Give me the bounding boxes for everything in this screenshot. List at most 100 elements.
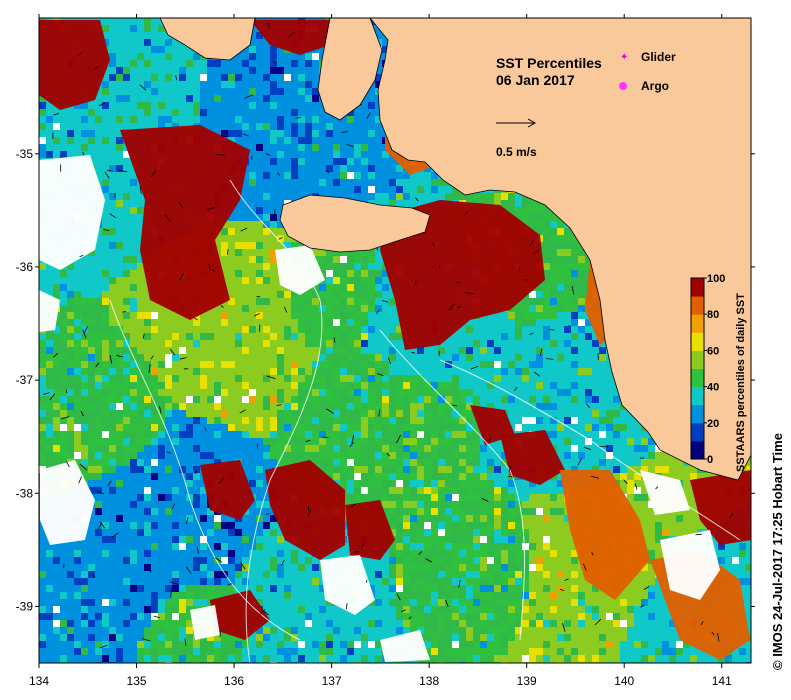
sst-pixel	[137, 116, 144, 123]
sst-pixel	[221, 74, 228, 81]
sst-pixel	[333, 368, 340, 375]
sst-pixel	[263, 200, 270, 207]
sst-pixel	[270, 340, 277, 347]
sst-pixel	[515, 368, 522, 375]
sst-pixel	[228, 410, 235, 417]
sst-pixel	[46, 151, 53, 158]
sst-pixel	[578, 312, 585, 319]
sst-pixel	[116, 221, 123, 228]
sst-pixel	[221, 424, 228, 431]
sst-pixel	[473, 347, 480, 354]
sst-pixel	[291, 123, 298, 130]
sst-pixel	[298, 130, 305, 137]
sst-pixel	[81, 263, 88, 270]
sst-pixel	[368, 137, 375, 144]
sst-pixel	[46, 424, 53, 431]
sst-pixel	[165, 389, 172, 396]
sst-pixel	[137, 431, 144, 438]
sst-pixel	[564, 410, 571, 417]
sst-pixel	[109, 109, 116, 116]
sst-pixel	[480, 326, 487, 333]
sst-pixel	[494, 368, 501, 375]
sst-pixel	[375, 256, 382, 263]
sst-pixel	[67, 326, 74, 333]
sst-pixel	[179, 403, 186, 410]
sst-pixel	[102, 214, 109, 221]
sst-pixel	[109, 221, 116, 228]
sst-pixel	[277, 298, 284, 305]
sst-pixel	[277, 116, 284, 123]
sst-pixel	[354, 256, 361, 263]
sst-pixel	[340, 291, 347, 298]
sst-pixel	[172, 88, 179, 95]
sst-pixel	[228, 249, 235, 256]
sst-pixel	[256, 382, 263, 389]
sst-pixel	[74, 263, 81, 270]
sst-pixel	[123, 74, 130, 81]
sst-pixel	[298, 424, 305, 431]
sst-pixel	[158, 354, 165, 361]
sst-pixel	[424, 417, 431, 424]
sst-pixel	[123, 39, 130, 46]
sst-pixel	[347, 123, 354, 130]
sst-pixel	[242, 298, 249, 305]
sst-pixel	[235, 256, 242, 263]
sst-pixel	[375, 165, 382, 172]
sst-pixel	[60, 424, 67, 431]
sst-pixel	[361, 109, 368, 116]
sst-pixel	[284, 361, 291, 368]
sst-pixel	[592, 340, 599, 347]
sst-pixel	[144, 354, 151, 361]
sst-pixel	[207, 410, 214, 417]
sst-pixel	[480, 333, 487, 340]
sst-pixel	[564, 417, 571, 424]
sst-pixel	[102, 165, 109, 172]
sst-pixel	[508, 347, 515, 354]
sst-pixel	[270, 298, 277, 305]
sst-pixel	[109, 263, 116, 270]
sst-pixel	[172, 354, 179, 361]
sst-pixel	[564, 319, 571, 326]
sst-pixel	[116, 39, 123, 46]
sst-pixel	[179, 74, 186, 81]
sst-pixel	[564, 277, 571, 284]
sst-pixel	[186, 88, 193, 95]
sst-pixel	[410, 200, 417, 207]
sst-pixel	[214, 396, 221, 403]
sst-pixel	[109, 130, 116, 137]
sst-pixel	[592, 410, 599, 417]
sst-pixel	[368, 95, 375, 102]
sst-pixel	[263, 193, 270, 200]
sst-pixel	[39, 375, 46, 382]
sst-pixel	[606, 382, 613, 389]
sst-pixel	[81, 382, 88, 389]
sst-pixel	[326, 151, 333, 158]
sst-pixel	[130, 109, 137, 116]
sst-pixel	[452, 417, 459, 424]
sst-pixel	[256, 137, 263, 144]
sst-pixel	[186, 81, 193, 88]
sst-pixel	[46, 109, 53, 116]
sst-pixel	[172, 53, 179, 60]
sst-pixel	[249, 242, 256, 249]
sst-pixel	[396, 410, 403, 417]
sst-pixel	[144, 81, 151, 88]
sst-pixel	[74, 396, 81, 403]
sst-pixel	[389, 312, 396, 319]
sst-pixel	[501, 193, 508, 200]
sst-pixel	[214, 102, 221, 109]
sst-pixel	[382, 403, 389, 410]
sst-pixel	[46, 277, 53, 284]
sst-pixel	[270, 319, 277, 326]
sst-pixel	[235, 347, 242, 354]
sst-pixel	[151, 389, 158, 396]
sst-pixel	[382, 326, 389, 333]
sst-pixel	[221, 312, 228, 319]
sst-pixel	[634, 424, 641, 431]
sst-pixel	[88, 389, 95, 396]
sst-pixel	[151, 312, 158, 319]
sst-pixel	[361, 340, 368, 347]
sst-pixel	[256, 361, 263, 368]
sst-pixel	[144, 95, 151, 102]
sst-pixel	[172, 340, 179, 347]
